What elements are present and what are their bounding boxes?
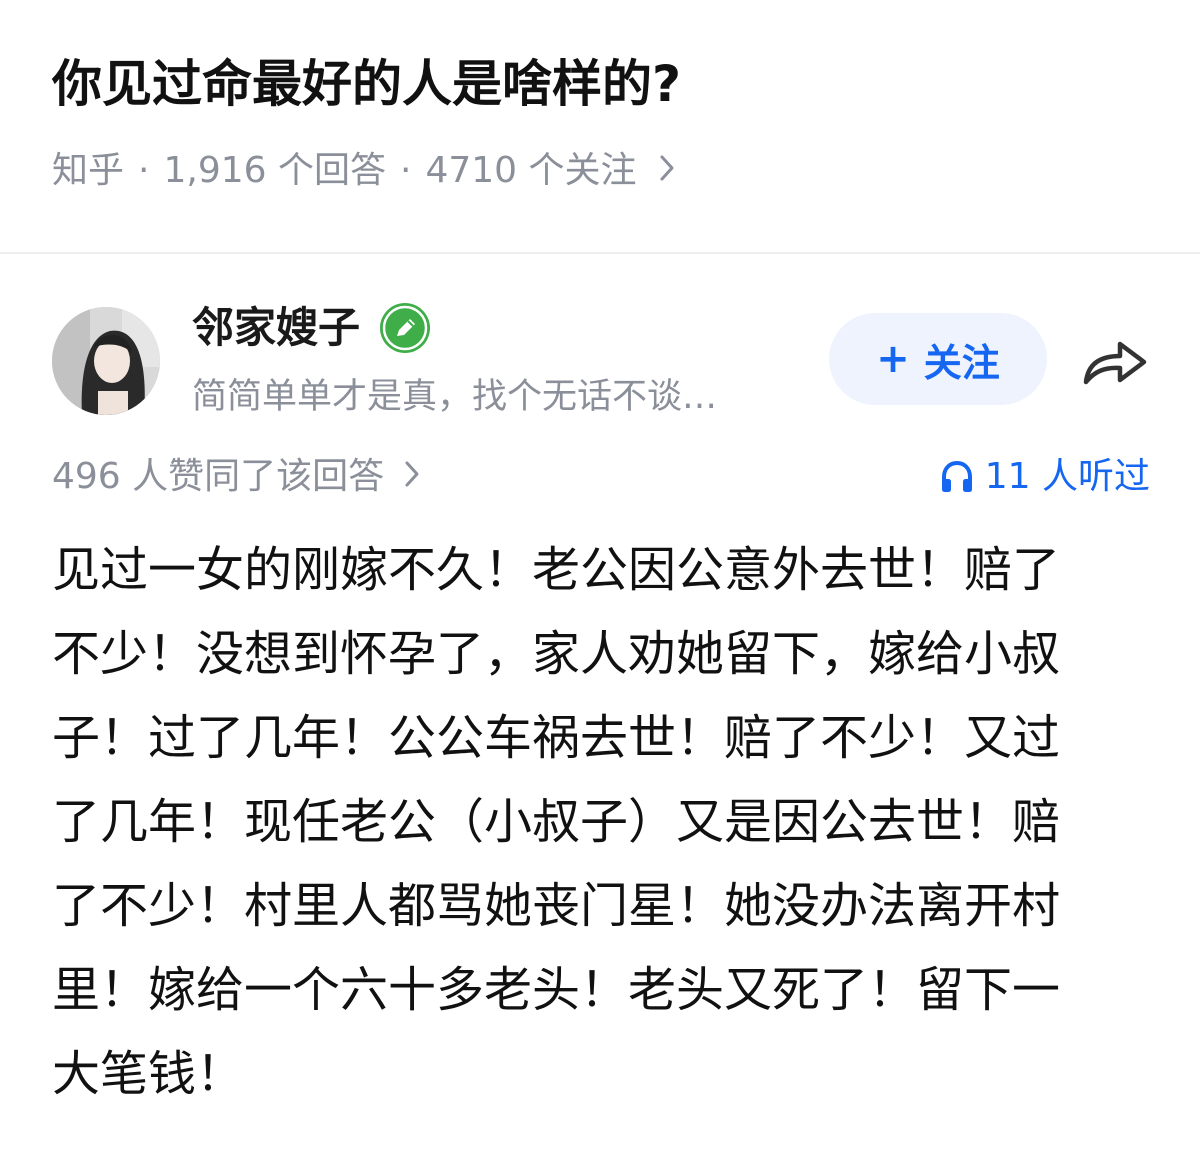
answer-line: 了几年！现任老公（小叔子）又是因公去世！赔 (52, 794, 1061, 850)
listen-text: 11 人听过 (984, 456, 1150, 497)
answer-line: 里！嫁给一个六十多老头！老头又死了！留下一 (52, 962, 1061, 1018)
answer-page: 你见过命最好的人是啥样的? 知乎 · 1,916 个回答 · 4710 个关注 … (0, 0, 1200, 1149)
plus-icon: + (876, 336, 910, 382)
answer-line: 见过一女的刚嫁不久！老公因公意外去世！赔了 (52, 542, 1061, 598)
likes-text: 496 人赞同了该回答 (52, 456, 385, 497)
share-arrow-icon[interactable] (1080, 332, 1150, 388)
author-name[interactable]: 邻家嫂子 (192, 300, 432, 356)
likes-row[interactable]: 496 人赞同了该回答 (52, 452, 420, 502)
followers-count: 4710 个关注 (425, 150, 637, 191)
author-name-text: 邻家嫂子 (192, 303, 361, 352)
follow-button[interactable]: + 关注 (829, 313, 1047, 405)
green-pen-badge-icon (378, 301, 432, 355)
section-divider (0, 252, 1200, 254)
answer-line: 大笔钱！ (52, 1046, 245, 1102)
listen-button[interactable]: 11 人听过 (939, 452, 1150, 502)
answer-line: 了不少！村里人都骂她丧门星！她没办法离开村 (52, 878, 1061, 934)
question-title[interactable]: 你见过命最好的人是啥样的? (52, 52, 681, 116)
answers-count: 1,916 个回答 (163, 150, 386, 191)
answer-content[interactable]: 见过一女的刚嫁不久！老公因公意外去世！赔了 不少！没想到怀孕了，家人劝她留下，嫁… (52, 528, 1152, 1116)
follow-label: 关注 (923, 340, 1000, 385)
author-signature: 简简单单才是真，找个无话不谈… (192, 377, 718, 417)
answer-line: 子！过了几年！公公车祸去世！赔了不少！又过 (52, 710, 1061, 766)
headphone-icon (941, 460, 972, 492)
source-label: 知乎 (52, 150, 125, 191)
avatar[interactable] (52, 307, 160, 415)
meta-separator: · (138, 150, 150, 191)
question-meta[interactable]: 知乎 · 1,916 个回答 · 4710 个关注 (52, 145, 675, 197)
chevron-right-icon (659, 145, 675, 197)
answer-line: 不少！没想到怀孕了，家人劝她留下，嫁给小叔 (52, 626, 1061, 682)
meta-separator: · (399, 150, 412, 191)
chevron-right-icon (404, 452, 420, 502)
